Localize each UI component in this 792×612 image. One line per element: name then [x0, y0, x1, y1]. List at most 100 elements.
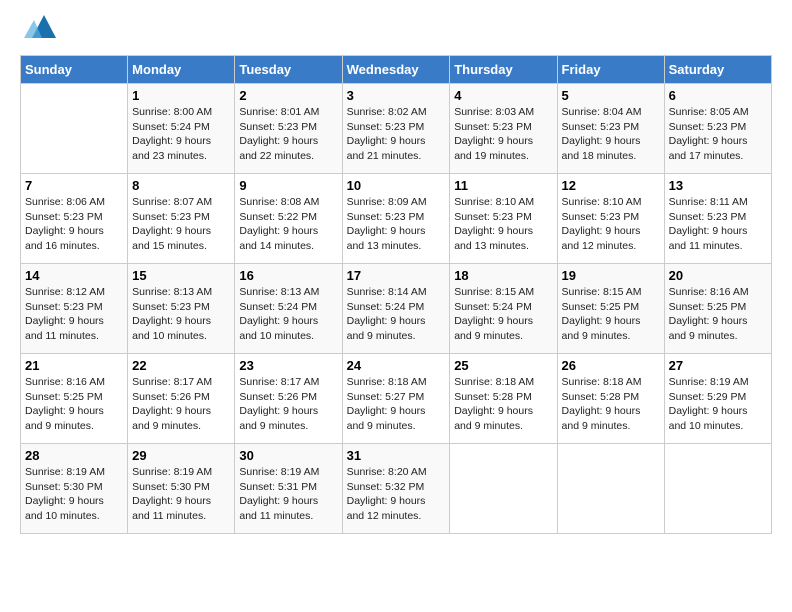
day-info: Sunrise: 8:19 AM Sunset: 5:30 PM Dayligh… [25, 465, 123, 524]
logo [20, 20, 59, 45]
calendar-cell: 18 Sunrise: 8:15 AM Sunset: 5:24 PM Dayli… [450, 264, 557, 354]
day-number: 6 [669, 88, 767, 103]
calendar-week-5: 28 Sunrise: 8:19 AM Sunset: 5:30 PM Dayli… [21, 444, 772, 534]
day-number: 1 [132, 88, 230, 103]
calendar-cell: 31Sunrise: 8:20 AM Sunset: 5:32 PM Dayli… [342, 444, 450, 534]
calendar-cell: 2 Sunrise: 8:01 AM Sunset: 5:23 PM Daylig… [235, 84, 342, 174]
calendar-cell [557, 444, 664, 534]
day-number: 24 [347, 358, 446, 373]
calendar-cell: 15 Sunrise: 8:13 AM Sunset: 5:23 PM Dayli… [128, 264, 235, 354]
calendar-cell: 7 Sunrise: 8:06 AM Sunset: 5:23 PM Daylig… [21, 174, 128, 264]
calendar-cell: 22 Sunrise: 8:17 AM Sunset: 5:26 PM Dayli… [128, 354, 235, 444]
calendar-body: 1 Sunrise: 8:00 AM Sunset: 5:24 PM Daylig… [21, 84, 772, 534]
day-number: 3 [347, 88, 446, 103]
calendar-cell: 28 Sunrise: 8:19 AM Sunset: 5:30 PM Dayli… [21, 444, 128, 534]
day-info: Sunrise: 8:12 AM Sunset: 5:23 PM Dayligh… [25, 285, 123, 344]
day-number: 5 [562, 88, 660, 103]
day-number: 25 [454, 358, 552, 373]
day-info: Sunrise: 8:17 AM Sunset: 5:26 PM Dayligh… [132, 375, 230, 434]
calendar-cell: 30 Sunrise: 8:19 AM Sunset: 5:31 PM Dayli… [235, 444, 342, 534]
calendar-cell: 29 Sunrise: 8:19 AM Sunset: 5:30 PM Dayli… [128, 444, 235, 534]
calendar-cell: 9 Sunrise: 8:08 AM Sunset: 5:22 PM Daylig… [235, 174, 342, 264]
calendar-cell: 10Sunrise: 8:09 AM Sunset: 5:23 PM Dayli… [342, 174, 450, 264]
day-info: Sunrise: 8:13 AM Sunset: 5:23 PM Dayligh… [132, 285, 230, 344]
calendar-cell: 16Sunrise: 8:13 AM Sunset: 5:24 PM Dayli… [235, 264, 342, 354]
day-info: Sunrise: 8:10 AM Sunset: 5:23 PM Dayligh… [454, 195, 552, 254]
calendar-cell: 5 Sunrise: 8:04 AM Sunset: 5:23 PM Daylig… [557, 84, 664, 174]
logo-icon [24, 10, 59, 45]
calendar-cell: 24 Sunrise: 8:18 AM Sunset: 5:27 PM Dayli… [342, 354, 450, 444]
calendar-cell: 19 Sunrise: 8:15 AM Sunset: 5:25 PM Dayli… [557, 264, 664, 354]
day-number: 15 [132, 268, 230, 283]
day-number: 22 [132, 358, 230, 373]
calendar-cell: 3 Sunrise: 8:02 AM Sunset: 5:23 PM Daylig… [342, 84, 450, 174]
calendar-cell: 6 Sunrise: 8:05 AM Sunset: 5:23 PM Daylig… [664, 84, 771, 174]
weekday-header-wednesday: Wednesday [342, 56, 450, 84]
day-info: Sunrise: 8:07 AM Sunset: 5:23 PM Dayligh… [132, 195, 230, 254]
calendar-cell: 27Sunrise: 8:19 AM Sunset: 5:29 PM Dayli… [664, 354, 771, 444]
calendar-table: SundayMondayTuesdayWednesdayThursdayFrid… [20, 55, 772, 534]
day-info: Sunrise: 8:19 AM Sunset: 5:31 PM Dayligh… [239, 465, 337, 524]
day-info: Sunrise: 8:19 AM Sunset: 5:29 PM Dayligh… [669, 375, 767, 434]
day-number: 18 [454, 268, 552, 283]
calendar-cell: 8 Sunrise: 8:07 AM Sunset: 5:23 PM Daylig… [128, 174, 235, 264]
day-number: 11 [454, 178, 552, 193]
day-number: 16 [239, 268, 337, 283]
day-number: 29 [132, 448, 230, 463]
calendar-cell: 1 Sunrise: 8:00 AM Sunset: 5:24 PM Daylig… [128, 84, 235, 174]
day-info: Sunrise: 8:04 AM Sunset: 5:23 PM Dayligh… [562, 105, 660, 164]
calendar-cell: 14Sunrise: 8:12 AM Sunset: 5:23 PM Dayli… [21, 264, 128, 354]
calendar-cell [21, 84, 128, 174]
weekday-header-thursday: Thursday [450, 56, 557, 84]
day-info: Sunrise: 8:15 AM Sunset: 5:24 PM Dayligh… [454, 285, 552, 344]
day-info: Sunrise: 8:09 AM Sunset: 5:23 PM Dayligh… [347, 195, 446, 254]
day-info: Sunrise: 8:16 AM Sunset: 5:25 PM Dayligh… [669, 285, 767, 344]
day-info: Sunrise: 8:03 AM Sunset: 5:23 PM Dayligh… [454, 105, 552, 164]
day-number: 8 [132, 178, 230, 193]
day-number: 9 [239, 178, 337, 193]
day-info: Sunrise: 8:20 AM Sunset: 5:32 PM Dayligh… [347, 465, 446, 524]
calendar-cell: 13Sunrise: 8:11 AM Sunset: 5:23 PM Dayli… [664, 174, 771, 264]
day-info: Sunrise: 8:06 AM Sunset: 5:23 PM Dayligh… [25, 195, 123, 254]
calendar-week-2: 7 Sunrise: 8:06 AM Sunset: 5:23 PM Daylig… [21, 174, 772, 264]
calendar-cell: 11 Sunrise: 8:10 AM Sunset: 5:23 PM Dayli… [450, 174, 557, 264]
day-number: 7 [25, 178, 123, 193]
weekday-header-monday: Monday [128, 56, 235, 84]
day-info: Sunrise: 8:00 AM Sunset: 5:24 PM Dayligh… [132, 105, 230, 164]
day-info: Sunrise: 8:18 AM Sunset: 5:28 PM Dayligh… [562, 375, 660, 434]
calendar-week-1: 1 Sunrise: 8:00 AM Sunset: 5:24 PM Daylig… [21, 84, 772, 174]
calendar-cell [664, 444, 771, 534]
day-number: 17 [347, 268, 446, 283]
calendar-week-3: 14Sunrise: 8:12 AM Sunset: 5:23 PM Dayli… [21, 264, 772, 354]
day-info: Sunrise: 8:18 AM Sunset: 5:27 PM Dayligh… [347, 375, 446, 434]
calendar-cell: 20 Sunrise: 8:16 AM Sunset: 5:25 PM Dayli… [664, 264, 771, 354]
day-info: Sunrise: 8:02 AM Sunset: 5:23 PM Dayligh… [347, 105, 446, 164]
weekday-header-friday: Friday [557, 56, 664, 84]
day-number: 13 [669, 178, 767, 193]
day-info: Sunrise: 8:08 AM Sunset: 5:22 PM Dayligh… [239, 195, 337, 254]
calendar-cell: 17Sunrise: 8:14 AM Sunset: 5:24 PM Dayli… [342, 264, 450, 354]
calendar-cell: 25Sunrise: 8:18 AM Sunset: 5:28 PM Dayli… [450, 354, 557, 444]
day-number: 21 [25, 358, 123, 373]
day-number: 19 [562, 268, 660, 283]
day-info: Sunrise: 8:16 AM Sunset: 5:25 PM Dayligh… [25, 375, 123, 434]
day-info: Sunrise: 8:01 AM Sunset: 5:23 PM Dayligh… [239, 105, 337, 164]
day-number: 28 [25, 448, 123, 463]
day-info: Sunrise: 8:10 AM Sunset: 5:23 PM Dayligh… [562, 195, 660, 254]
day-info: Sunrise: 8:05 AM Sunset: 5:23 PM Dayligh… [669, 105, 767, 164]
day-number: 30 [239, 448, 337, 463]
calendar-cell: 4 Sunrise: 8:03 AM Sunset: 5:23 PM Daylig… [450, 84, 557, 174]
day-number: 4 [454, 88, 552, 103]
day-info: Sunrise: 8:15 AM Sunset: 5:25 PM Dayligh… [562, 285, 660, 344]
day-number: 26 [562, 358, 660, 373]
calendar-cell [450, 444, 557, 534]
day-info: Sunrise: 8:17 AM Sunset: 5:26 PM Dayligh… [239, 375, 337, 434]
weekday-header-saturday: Saturday [664, 56, 771, 84]
day-number: 2 [239, 88, 337, 103]
weekday-header-sunday: Sunday [21, 56, 128, 84]
weekday-header-tuesday: Tuesday [235, 56, 342, 84]
day-number: 12 [562, 178, 660, 193]
day-number: 20 [669, 268, 767, 283]
calendar-cell: 23Sunrise: 8:17 AM Sunset: 5:26 PM Dayli… [235, 354, 342, 444]
day-info: Sunrise: 8:19 AM Sunset: 5:30 PM Dayligh… [132, 465, 230, 524]
